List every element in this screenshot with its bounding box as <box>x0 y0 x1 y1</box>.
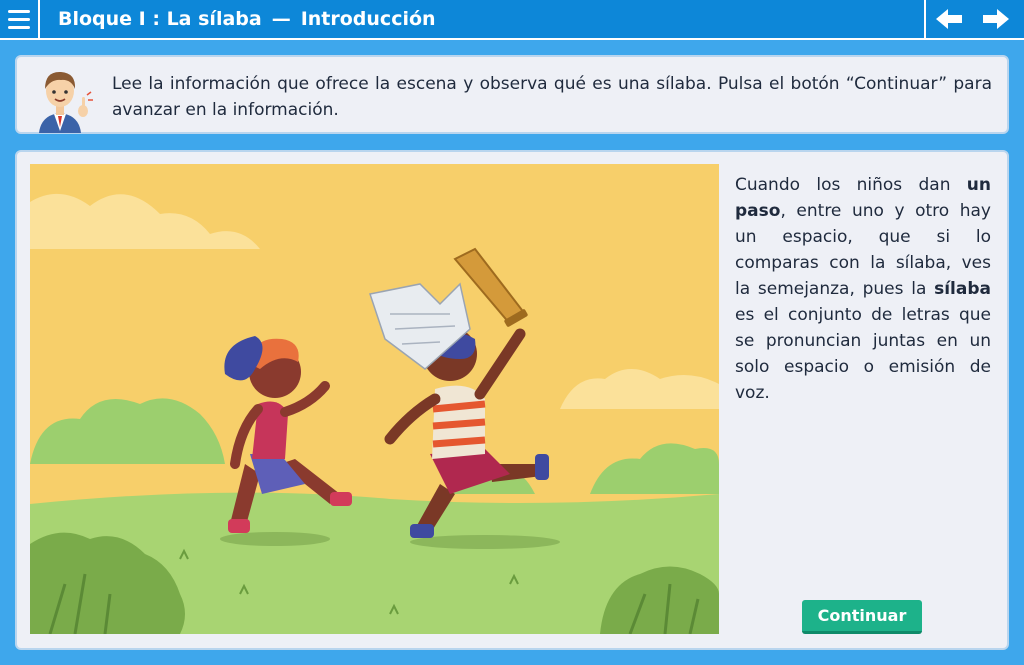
next-button[interactable] <box>972 0 1020 38</box>
children-walking-illustration <box>30 164 719 634</box>
title-separator: — <box>271 8 291 30</box>
instruction-panel: Lee la información que ofrece la escena … <box>15 55 1009 134</box>
previous-button[interactable] <box>924 0 972 38</box>
hamburger-menu-icon[interactable] <box>0 0 40 38</box>
arrow-right-icon <box>983 9 1009 29</box>
block-title: Bloque I : La sílaba <box>58 8 262 30</box>
explanation-bold-silaba: sílaba <box>934 279 991 299</box>
explanation-part3: es el conjunto de letras que se pronunci… <box>735 305 991 403</box>
continue-button[interactable]: Continuar <box>802 600 922 634</box>
explanation-text: Cuando los niños dan un paso, entre uno … <box>735 172 991 406</box>
page-title: Bloque I : La sílaba — Introducción <box>58 0 436 38</box>
main-panel: Cuando los niños dan un paso, entre uno … <box>15 150 1009 650</box>
instruction-text: Lee la información que ofrece la escena … <box>112 74 992 120</box>
explanation-part1: Cuando los niños dan <box>735 175 967 195</box>
section-title: Introducción <box>300 8 436 30</box>
top-bar: Bloque I : La sílaba — Introducción <box>0 0 1024 40</box>
arrow-left-icon <box>936 9 962 29</box>
teacher-avatar-icon <box>39 71 93 133</box>
